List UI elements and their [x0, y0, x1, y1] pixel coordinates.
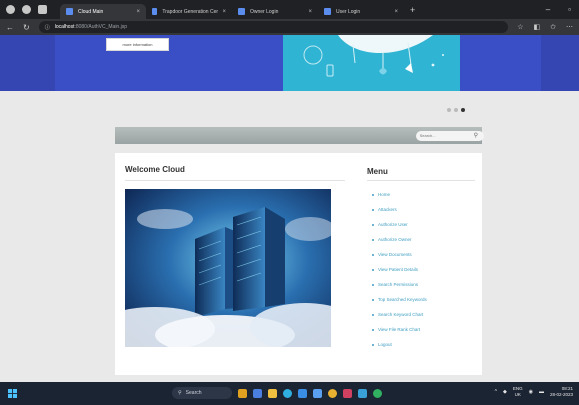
start-menu-icon[interactable]	[8, 389, 17, 398]
cloud-banner-image	[283, 35, 460, 91]
header-banner: more information	[0, 35, 579, 91]
page-favicon-icon	[324, 8, 331, 15]
close-icon[interactable]: ×	[218, 9, 226, 15]
store-icon[interactable]	[298, 388, 307, 398]
more-information-button[interactable]: more information	[106, 38, 169, 51]
language-indicator[interactable]: ENG UK	[513, 386, 523, 398]
chrome-icon[interactable]	[328, 388, 337, 398]
favorites-icon[interactable]: ✩	[550, 23, 556, 31]
address-path: :8080/AuthVC_Main.jsp	[74, 24, 127, 30]
window-controls: – ▫	[546, 5, 579, 14]
search-icon: ⚲	[178, 390, 182, 396]
taskbar-search[interactable]: ⚲ Search	[172, 387, 232, 399]
tab-title: Owner Login	[250, 8, 279, 15]
maximize-icon[interactable]: ▫	[568, 5, 571, 14]
windows-taskbar: ⚲ Search ^ ◆ ENG UK ◉ ▬ 08:21 28-02-2023	[0, 382, 579, 405]
address-bar[interactable]: ⓘ localhost :8080/AuthVC_Main.jsp	[38, 21, 509, 33]
menu-item-logout[interactable]: Logout	[372, 337, 427, 352]
toolbar-icons: ☆ ◧ ✩ ⋯	[517, 23, 573, 31]
workspaces-icon[interactable]	[22, 5, 31, 14]
menu-title: Menu	[367, 167, 388, 176]
close-icon[interactable]: ×	[132, 9, 140, 15]
tab-owner-login[interactable]: Owner Login ×	[232, 4, 318, 19]
extensions-icon[interactable]: ◧	[534, 23, 541, 31]
new-tab-icon[interactable]: +	[410, 5, 415, 15]
task-view-icon[interactable]	[253, 388, 262, 398]
system-tray: ^ ◆ ENG UK ◉ ▬ 08:21 28-02-2023	[495, 386, 573, 398]
browser-profile-controls	[0, 5, 60, 14]
carousel-indicators	[447, 108, 465, 112]
info-icon[interactable]: ⓘ	[45, 24, 50, 31]
more-menu-icon[interactable]: ⋯	[566, 23, 573, 31]
page-favicon-icon	[238, 8, 245, 15]
browser-tab-strip: Cloud Main × Trapdoor Generation Centre …	[0, 0, 579, 19]
tab-cloud-main[interactable]: Cloud Main ×	[60, 4, 146, 19]
profile-icon[interactable]	[6, 5, 15, 14]
reload-icon[interactable]: ↻	[23, 23, 30, 32]
minimize-icon[interactable]: –	[546, 5, 550, 14]
menu-item-authorize-user[interactable]: Authorize User	[372, 217, 427, 232]
page-title: Welcome Cloud	[125, 165, 185, 174]
menu-item-view-patient-details[interactable]: View Patient Details	[372, 262, 427, 277]
menu-item-view-documents[interactable]: View Documents	[372, 247, 427, 262]
app-icon[interactable]	[358, 388, 367, 398]
clock[interactable]: 08:21 28-02-2023	[550, 386, 573, 398]
chevron-up-icon[interactable]: ^	[495, 389, 497, 395]
edge-browser-icon[interactable]	[283, 388, 292, 398]
tab-title: Trapdoor Generation Centre Logi	[162, 8, 219, 15]
divider	[125, 180, 345, 181]
app-icon[interactable]	[373, 388, 382, 398]
bookmark-star-icon[interactable]: ☆	[517, 23, 523, 31]
app-icon[interactable]	[343, 388, 352, 398]
menu-item-home[interactable]: Home	[372, 187, 427, 202]
search-icon[interactable]: ⚲	[474, 132, 478, 139]
carousel-dot-active[interactable]	[461, 108, 465, 112]
tab-trapdoor-login[interactable]: Trapdoor Generation Centre Logi ×	[146, 4, 232, 19]
menu-item-authorize-owner[interactable]: Authorize Owner	[372, 232, 427, 247]
menu-item-view-file-rank-chart[interactable]: View File Rank Chart	[372, 322, 427, 337]
main-content: Welcome Cloud Menu Home Attackers Author…	[115, 153, 482, 375]
mail-icon[interactable]	[313, 388, 322, 398]
browser-toolbar: ← ↻ ⓘ localhost :8080/AuthVC_Main.jsp ☆ …	[0, 19, 579, 35]
address-host: localhost	[54, 24, 75, 30]
page-favicon-icon	[66, 8, 73, 15]
tab-user-login[interactable]: User Login ×	[318, 4, 404, 19]
battery-icon[interactable]: ▬	[539, 389, 544, 395]
close-icon[interactable]: ×	[304, 9, 312, 15]
tab-title: User Login	[336, 8, 361, 15]
divider	[367, 180, 475, 181]
carousel-dot[interactable]	[447, 108, 451, 112]
side-menu: Home Attackers Authorize User Authorize …	[372, 187, 427, 352]
file-explorer-icon[interactable]	[268, 388, 277, 398]
menu-item-search-keyword-chart[interactable]: Search Keyword Chart	[372, 307, 427, 322]
network-icon[interactable]: ◆	[503, 389, 507, 395]
wifi-icon[interactable]: ◉	[529, 389, 533, 395]
close-icon[interactable]: ×	[390, 9, 398, 15]
back-arrow-icon[interactable]: ←	[6, 23, 14, 32]
taskbar-apps: ⚲ Search	[172, 387, 382, 399]
search-bar: ⚲	[115, 127, 484, 144]
menu-item-search-permissions[interactable]: Search Permissions	[372, 277, 427, 292]
menu-item-attackers[interactable]: Attackers	[372, 202, 427, 217]
tab-actions-icon[interactable]	[38, 5, 47, 14]
tab-title: Cloud Main	[78, 8, 104, 15]
menu-item-top-searched-keywords[interactable]: Top Searched Keywords	[372, 292, 427, 307]
widgets-icon[interactable]	[238, 388, 247, 398]
page-favicon-icon	[152, 8, 158, 15]
carousel-dot[interactable]	[454, 108, 458, 112]
cloud-servers-image	[125, 189, 331, 347]
